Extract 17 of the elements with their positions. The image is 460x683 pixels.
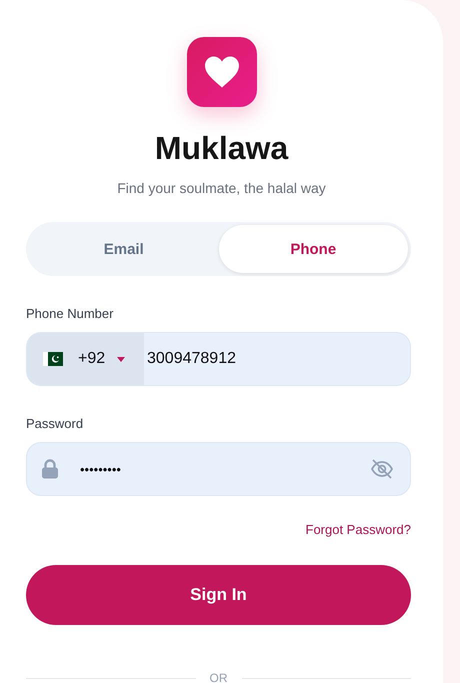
lock-icon — [41, 459, 59, 479]
divider-text: OR — [210, 671, 228, 683]
flag-icon — [43, 352, 63, 366]
country-picker[interactable]: +92 — [27, 333, 144, 385]
sign-in-button[interactable]: Sign In — [26, 565, 411, 625]
field-label: Password — [26, 416, 84, 432]
heart-logo-icon — [186, 37, 256, 107]
tab[interactable]: Email — [29, 225, 218, 273]
forgot-password-link[interactable]: Forgot Password? — [306, 522, 411, 538]
tagline: Find your soulmate, the halal way — [117, 179, 326, 197]
app-title: Muklawa — [154, 129, 288, 167]
phone-input[interactable]: 3009478912 — [144, 350, 410, 368]
caret-icon — [117, 356, 126, 362]
field-label: Phone Number — [26, 306, 114, 322]
eye-off-icon[interactable] — [370, 458, 394, 480]
tab[interactable]: Phone — [218, 225, 408, 273]
password-input[interactable]: ••••••••• — [59, 462, 370, 476]
